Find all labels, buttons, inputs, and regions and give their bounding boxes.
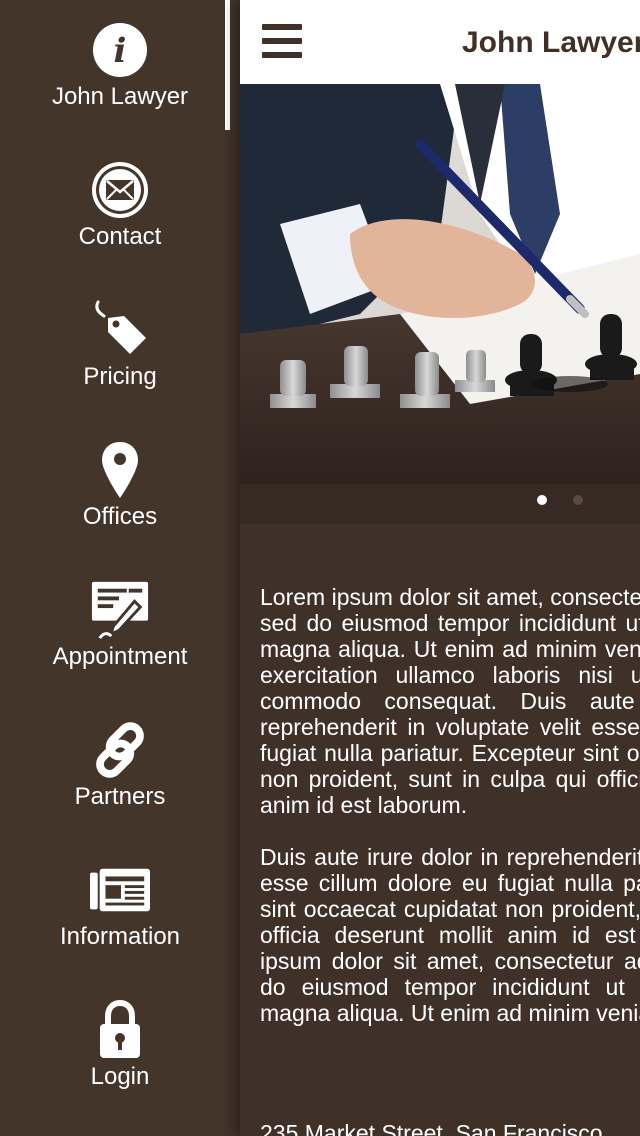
sidebar-item-label: Contact <box>78 223 162 250</box>
link-icon <box>90 720 150 780</box>
content-body: Lorem ipsum dolor sit amet, consectetur … <box>260 584 640 1052</box>
sidebar-item-label: Information <box>59 923 181 950</box>
carousel-indicator <box>240 484 640 524</box>
price-tag-icon <box>90 300 150 360</box>
sidebar-item-label: Appointment <box>52 643 188 670</box>
map-pin-icon <box>90 440 150 500</box>
hamburger-icon[interactable] <box>262 24 302 60</box>
carousel-dot-2[interactable] <box>573 495 583 505</box>
sidebar-item-john-lawyer[interactable]: i John Lawyer <box>0 0 240 140</box>
sidebar-item-label: Offices <box>82 503 158 530</box>
sidebar-item-label: Partners <box>74 783 166 810</box>
svg-text:i: i <box>114 31 127 71</box>
page-title: John Lawyer <box>462 26 640 59</box>
address-text: 235 Market Street, San Francisco <box>260 1120 603 1136</box>
sidebar-menu: i John Lawyer Contact Pricing Offices Ap… <box>0 0 240 1136</box>
paragraph-2: Duis aute irure dolor in reprehenderit i… <box>260 844 640 1026</box>
top-app-bar: John Lawyer <box>240 0 640 84</box>
sidebar-item-label: John Lawyer <box>51 83 189 110</box>
sidebar-item-pricing[interactable]: Pricing <box>0 280 240 420</box>
sidebar-item-login[interactable]: Login <box>0 980 240 1120</box>
lock-icon <box>90 1000 150 1060</box>
appointment-icon <box>90 580 150 640</box>
hero-image <box>240 84 640 484</box>
sidebar-item-label: Pricing <box>83 363 157 390</box>
sidebar-item-partners[interactable]: Partners <box>0 700 240 840</box>
newspaper-icon <box>90 860 150 920</box>
sidebar-item-information[interactable]: Information <box>0 840 240 980</box>
info-icon: i <box>90 20 150 80</box>
main-panel: John Lawyer Lorem ipsum dolor sit amet, … <box>240 0 640 1136</box>
sidebar-item-label: Login <box>90 1063 150 1090</box>
sidebar-item-contact[interactable]: Contact <box>0 140 240 280</box>
paragraph-1: Lorem ipsum dolor sit amet, consectetur … <box>260 584 640 818</box>
carousel-dot-1[interactable] <box>537 495 547 505</box>
app-root: i John Lawyer Contact Pricing Offices Ap… <box>0 0 640 1136</box>
sidebar-item-appointment[interactable]: Appointment <box>0 560 240 700</box>
envelope-icon <box>90 160 150 220</box>
sidebar-item-offices[interactable]: Offices <box>0 420 240 560</box>
